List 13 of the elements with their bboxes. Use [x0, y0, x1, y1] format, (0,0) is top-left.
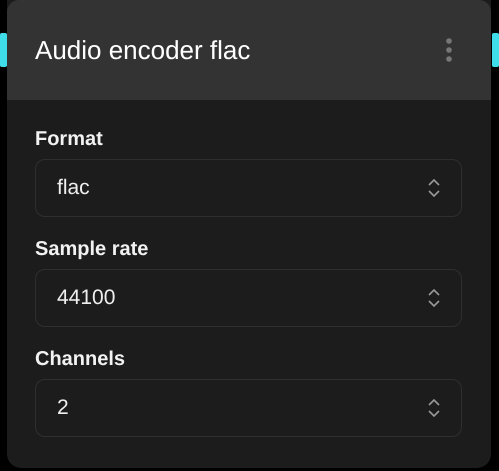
chevron-up-down-icon	[427, 178, 441, 198]
field-label: Format	[35, 127, 104, 151]
select-field[interactable]: flac	[35, 159, 462, 217]
field-label: Sample rate	[35, 237, 150, 261]
select-field[interactable]: 2	[35, 379, 462, 437]
node-title: Audio encoder flac	[35, 34, 250, 66]
connector-handle[interactable]	[0, 33, 7, 67]
field-label: Channels	[35, 347, 126, 371]
chevron-up-down-icon	[427, 398, 441, 418]
connector-handle[interactable]	[492, 33, 499, 67]
select-field[interactable]: 44100	[35, 269, 462, 327]
more-options-icon[interactable]	[445, 37, 453, 63]
chevron-up-down-icon	[427, 288, 441, 308]
